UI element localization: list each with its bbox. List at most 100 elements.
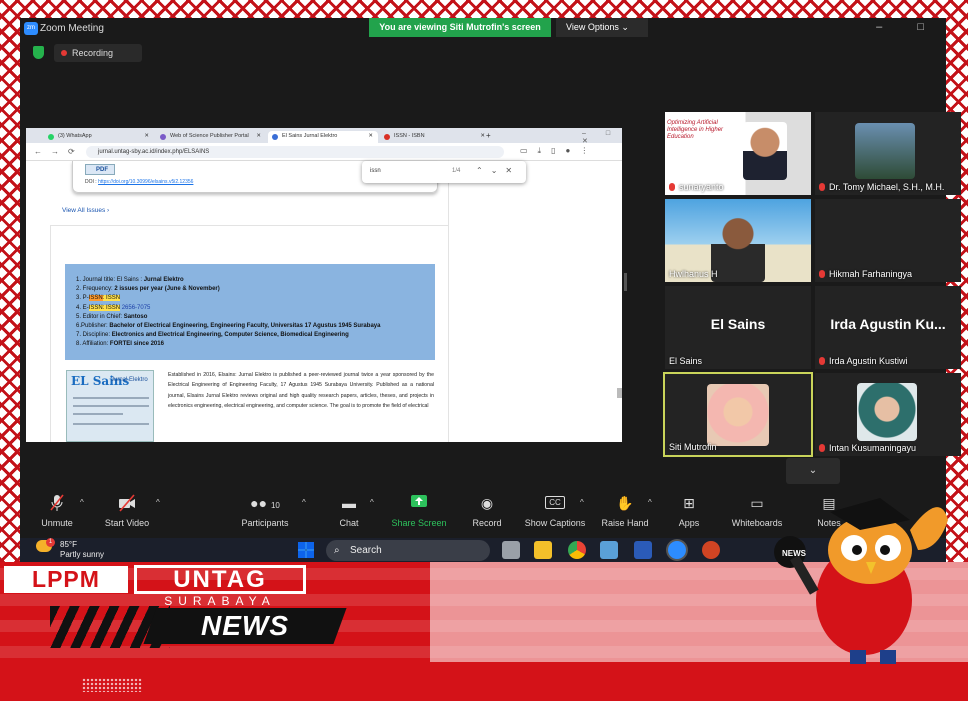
mascot-mic-label: NEWS [782, 549, 807, 558]
start-video-button[interactable]: Start Video [92, 494, 162, 528]
address-bar-row: ←→⟳ jurnal.untag-sby.ac.id/index.php/ELS… [26, 143, 622, 161]
participant-name: Dr. Tomy Michael, S.H., M.H. [819, 182, 944, 192]
find-nav-icons[interactable]: ⌃⌄✕ [476, 166, 520, 175]
share-screen-button[interactable]: Share Screen [384, 494, 454, 528]
participant-tile[interactable]: Irda Agustin Ku... Irda Agustin Kustiwi [815, 286, 961, 369]
browser-toolbar-icons[interactable]: ▭⤓▯●⋮ [520, 146, 598, 156]
encryption-shield-icon[interactable] [33, 46, 44, 59]
info-line: 5. Editor in Chief: Santoso [76, 313, 435, 322]
split-resize-handle[interactable] [624, 273, 627, 291]
participant-display-name: El Sains [710, 316, 766, 332]
recording-indicator[interactable]: Recording [54, 44, 142, 62]
chevron-up-icon[interactable]: ^ [156, 498, 160, 507]
nav-buttons-icon[interactable]: ←→⟳ [34, 147, 84, 156]
participant-tile-active-speaker[interactable]: Siti Mutrofin [663, 372, 813, 457]
info-value: Santoso [123, 313, 148, 320]
info-value: 2 issues per year (June & November) [114, 286, 220, 293]
url-field[interactable]: jurnal.untag-sby.ac.id/index.php/ELSAINS [86, 146, 504, 158]
slide-title: Optimizing Artificial Intelligence in Hi… [667, 120, 724, 140]
view-options-label: View Options [566, 22, 619, 32]
view-all-issues-link[interactable]: View All Issues › [62, 207, 109, 214]
button-label: Raise Hand [601, 518, 649, 528]
participant-tile[interactable]: Intan Kusumaningayu [815, 373, 961, 456]
doi-line: DOI : https://doi.org/10.30996/elsains.v… [85, 179, 193, 185]
participant-name-text: sunaryanto [679, 182, 724, 192]
weather-widget[interactable]: 1 85°F Partly sunny [36, 538, 104, 559]
cover-line [73, 423, 149, 425]
shared-screen: (3) WhatsApp ✕ Web of Science Publisher P… [26, 128, 622, 442]
web-page: PDF DOI : https://doi.org/10.30996/elsai… [26, 161, 622, 442]
view-options-button[interactable]: View Options ⌄ [556, 18, 648, 37]
new-tab-icon[interactable]: + [486, 131, 491, 140]
mic-muted-icon [819, 357, 825, 365]
info-prefix: 7. Discipline: [76, 332, 112, 339]
windows-start-icon[interactable] [298, 542, 314, 558]
close-icon[interactable]: ✕ [144, 131, 149, 142]
find-bar: issn 1/4 ⌃⌄✕ [362, 161, 526, 183]
close-icon[interactable]: ✕ [256, 131, 261, 142]
doi-link[interactable]: https://doi.org/10.30996/elsains.v5i2.12… [98, 179, 193, 185]
participant-name-text: Dr. Tomy Michael, S.H., M.H. [829, 182, 945, 192]
window-title: Zoom Meeting [40, 23, 104, 34]
browser-tab-issn[interactable]: ISSN - ISBN ✕ [380, 131, 490, 143]
participants-button[interactable]: ●● 10 Participants [230, 494, 300, 528]
info-value: FORTEI since 2016 [109, 341, 164, 348]
chevron-up-icon[interactable]: ^ [80, 498, 84, 507]
participant-tile[interactable]: Optimizing Artificial Intelligence in Hi… [665, 112, 811, 195]
info-line: 6.Publisher: Bachelor of Electrical Engi… [76, 322, 435, 331]
file-explorer-icon[interactable] [534, 541, 552, 559]
participant-name-text: Siti Mutrofin [669, 442, 717, 452]
owl-mascot-icon: NEWS [774, 498, 948, 664]
journal-info-box: 1. Journal title: El Sains : Jurnal Elek… [65, 264, 435, 360]
button-label: Chat [339, 518, 359, 528]
find-highlight: ISSN [88, 304, 103, 311]
close-icon[interactable]: ✕ [368, 131, 373, 142]
browser-tab-whatsapp[interactable]: (3) WhatsApp ✕ [44, 131, 154, 143]
participant-tile[interactable]: Dr. Tomy Michael, S.H., M.H. [815, 112, 961, 195]
word-icon[interactable] [634, 541, 652, 559]
chevron-up-icon[interactable]: ^ [370, 498, 374, 507]
journal-description: Established in 2016, Elsains: Jurnal Ele… [168, 372, 434, 410]
cover-subtitle: Jurnal Elektro [111, 377, 148, 383]
chrome-icon[interactable] [568, 541, 586, 559]
info-line: 2. Frequency: 2 issues per year (June & … [76, 285, 435, 294]
gallery-more-button[interactable]: ⌄ [786, 458, 840, 484]
participant-tile[interactable]: Hikmah Farhaningya [815, 199, 961, 282]
chevron-up-icon[interactable]: ^ [580, 498, 584, 507]
button-label: Participants [241, 518, 289, 528]
chevron-up-icon[interactable]: ^ [648, 498, 652, 507]
participant-tile[interactable]: Hwlhanus H [665, 199, 811, 282]
issn-link[interactable]: 2656-7075 [122, 305, 151, 311]
participant-display-name: Irda Agustin Ku... [830, 316, 946, 332]
photos-icon[interactable] [600, 541, 618, 559]
task-view-icon[interactable] [502, 541, 520, 559]
info-value: Bachelor of Electrical Engineering, Engi… [109, 323, 381, 330]
participant-name: El Sains [669, 356, 702, 366]
browser-tab-el-sains[interactable]: El Sains Jurnal Elektro ✕ [268, 131, 378, 143]
participant-tile[interactable]: El Sains El Sains [665, 286, 811, 369]
apps-button[interactable]: ⊞ Apps [654, 494, 724, 528]
taskbar-search[interactable]: ⌕ Search [326, 540, 490, 561]
record-button[interactable]: ◉ Record [452, 494, 522, 528]
chevron-down-icon: ⌄ [621, 22, 629, 32]
browser-tab-web-of-science[interactable]: Web of Science Publisher Portal ✕ [156, 131, 266, 143]
pdf-button[interactable]: PDF [85, 164, 115, 175]
button-label: Unmute [41, 518, 73, 528]
divider [50, 225, 448, 226]
chevron-up-icon[interactable]: ^ [302, 498, 306, 507]
button-label: Record [472, 518, 502, 528]
scrollbar-thumb[interactable] [617, 388, 622, 398]
participant-video [743, 122, 787, 180]
window-controls[interactable]: – □ [876, 21, 940, 33]
participant-name: Irda Agustin Kustiwi [819, 356, 908, 366]
info-value: Jurnal Elektro [143, 277, 184, 283]
doi-label: DOI : [85, 179, 97, 185]
close-icon[interactable]: ✕ [480, 131, 485, 142]
zoom-taskbar-icon[interactable] [668, 541, 686, 559]
find-input[interactable]: issn [370, 168, 381, 174]
chevron-down-icon: ⌄ [808, 465, 818, 476]
mic-muted-icon [819, 183, 825, 191]
powerpoint-icon[interactable] [702, 541, 720, 559]
info-line: 7. Discipline: Electronics and Electrica… [76, 331, 435, 340]
info-prefix: 3. P- [76, 295, 89, 302]
